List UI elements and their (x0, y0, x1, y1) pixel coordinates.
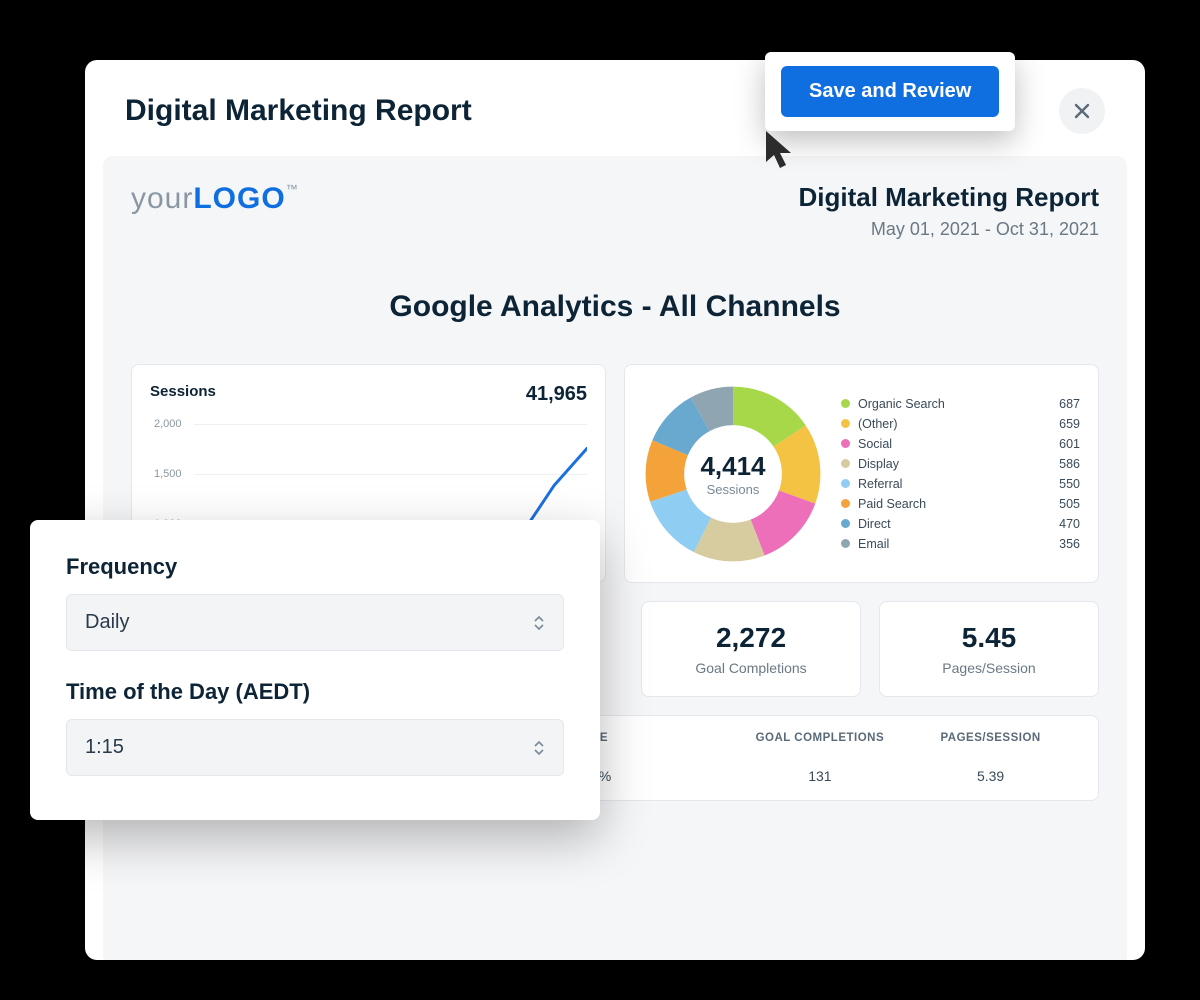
frequency-select[interactable]: Daily (66, 594, 564, 651)
legend-dot-icon (841, 419, 850, 428)
pages-session-card: 5.45 Pages/Session (879, 601, 1099, 697)
legend-name: Organic Search (858, 397, 945, 411)
close-icon (1072, 101, 1092, 121)
goal-completions-label: Goal Completions (652, 660, 850, 676)
save-popover: Save and Review (765, 52, 1015, 131)
time-value: 1:15 (85, 736, 124, 759)
donut-center-value: 4,414 (700, 451, 765, 482)
legend-value: 586 (1059, 457, 1080, 471)
legend-row: (Other) 659 (841, 414, 1080, 434)
donut-center-label: Sessions (707, 482, 760, 497)
time-select[interactable]: 1:15 (66, 719, 564, 776)
legend-value: 505 (1059, 497, 1080, 511)
legend-value: 659 (1059, 417, 1080, 431)
legend-name: Direct (858, 517, 891, 531)
legend-row: Social 601 (841, 434, 1080, 454)
legend-name: Display (858, 457, 899, 471)
time-label: Time of the Day (AEDT) (66, 679, 564, 705)
sessions-total: 41,965 (526, 383, 587, 406)
donut-chart: 4,414 Sessions (643, 384, 823, 564)
legend-dot-icon (841, 539, 850, 548)
legend-name: Paid Search (858, 497, 926, 511)
legend-value: 687 (1059, 397, 1080, 411)
report-meta-title: Digital Marketing Report (799, 182, 1099, 213)
logo-tm: ™ (286, 182, 298, 196)
legend-value: 550 (1059, 477, 1080, 491)
date-range: May 01, 2021 - Oct 31, 2021 (799, 219, 1099, 240)
legend-value: 470 (1059, 517, 1080, 531)
legend-dot-icon (841, 499, 850, 508)
logo-word: LOGO (193, 182, 285, 215)
th-goal-completions: GOAL COMPLETIONS (735, 732, 906, 744)
donut-legend: Organic Search 687 (Other) 659 Social 601 Disp… (841, 394, 1080, 554)
y-tick: 1,500 (154, 468, 182, 480)
legend-dot-icon (841, 459, 850, 468)
stepper-icon (533, 615, 545, 631)
pages-session-label: Pages/Session (890, 660, 1088, 676)
logo-prefix: your (131, 182, 193, 215)
legend-name: Email (858, 537, 889, 551)
legend-value: 601 (1059, 437, 1080, 451)
th-pages-session: PAGES/SESSION (905, 732, 1076, 744)
stepper-icon (533, 740, 545, 756)
legend-row: Referral 550 (841, 474, 1080, 494)
schedule-settings-panel: Frequency Daily Time of the Day (AEDT) 1… (30, 520, 600, 820)
legend-name: (Other) (858, 417, 898, 431)
legend-dot-icon (841, 519, 850, 528)
brand-logo: yourLOGO™ (131, 182, 298, 216)
legend-name: Social (858, 437, 892, 451)
legend-row: Organic Search 687 (841, 394, 1080, 414)
legend-dot-icon (841, 399, 850, 408)
report-meta: Digital Marketing Report May 01, 2021 - … (799, 182, 1099, 240)
goal-completions-card: 2,272 Goal Completions (641, 601, 861, 697)
report-head: yourLOGO™ Digital Marketing Report May 0… (131, 182, 1099, 240)
goal-completions-value: 2,272 (652, 622, 850, 654)
save-and-review-button[interactable]: Save and Review (781, 66, 999, 117)
y-tick: 2,000 (154, 418, 182, 430)
cursor-icon (760, 128, 802, 174)
close-button[interactable] (1059, 88, 1105, 134)
modal-title: Digital Marketing Report (125, 94, 472, 128)
frequency-label: Frequency (66, 554, 564, 580)
channels-donut-card: 4,414 Sessions Organic Search 687 (Other) 6… (624, 364, 1099, 583)
legend-row: Paid Search 505 (841, 494, 1080, 514)
legend-row: Email 356 (841, 534, 1080, 554)
sessions-label: Sessions (150, 383, 216, 406)
td-pps: 5.39 (905, 768, 1076, 784)
pages-session-value: 5.45 (890, 622, 1088, 654)
legend-dot-icon (841, 439, 850, 448)
td-goal: 131 (735, 768, 906, 784)
section-title: Google Analytics - All Channels (131, 290, 1099, 324)
report-modal: Digital Marketing Report yourLOGO™ Digit… (85, 60, 1145, 960)
frequency-value: Daily (85, 611, 129, 634)
legend-value: 356 (1059, 537, 1080, 551)
legend-dot-icon (841, 479, 850, 488)
legend-row: Direct 470 (841, 514, 1080, 534)
legend-row: Display 586 (841, 454, 1080, 474)
legend-name: Referral (858, 477, 902, 491)
